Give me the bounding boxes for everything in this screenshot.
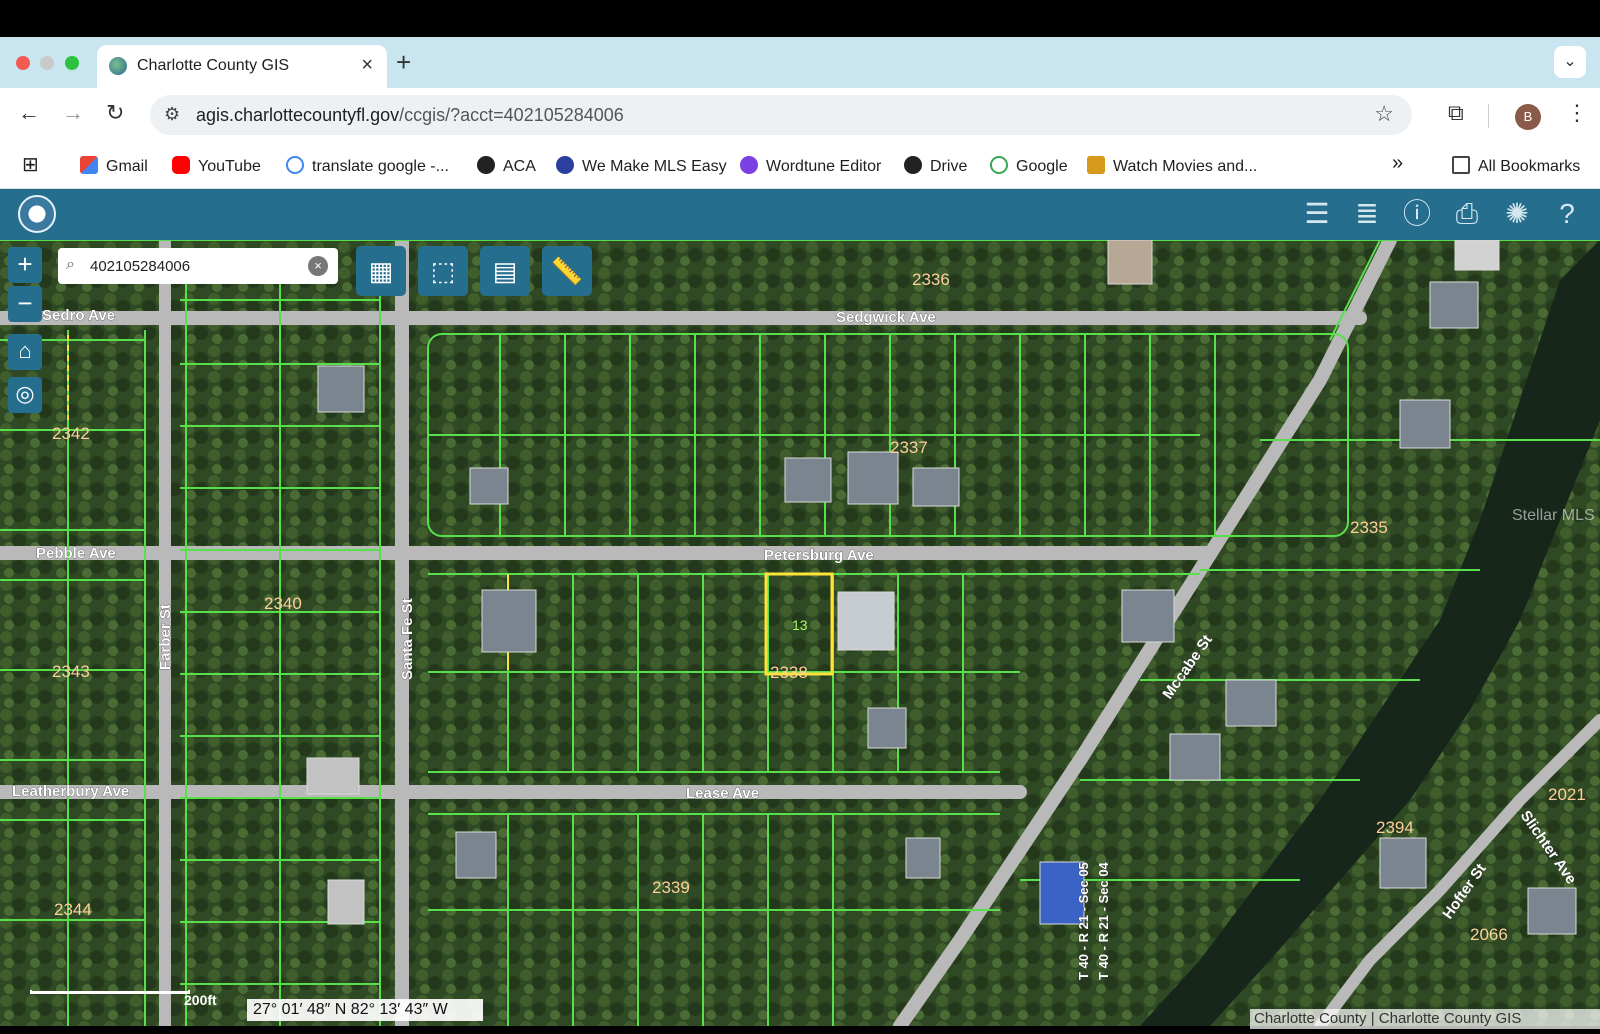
gmail-icon <box>80 156 98 174</box>
info-icon[interactable]: ⓘ <box>1400 197 1434 231</box>
movie-chevron-icon <box>1087 156 1105 174</box>
toolbar-divider <box>1488 104 1489 128</box>
search-icon: ⌕ <box>66 256 75 273</box>
globe-icon <box>904 156 922 174</box>
home-extent-icon[interactable]: ⌂ <box>8 334 42 370</box>
url-text[interactable]: agis.charlottecountyfl.gov/ccgis/?acct=4… <box>196 105 624 126</box>
tab-title: Charlotte County GIS <box>137 57 290 74</box>
parcel-search-input[interactable] <box>90 254 300 278</box>
bookmark-wordtune[interactable]: Wordtune Editor <box>740 156 881 176</box>
map-canvas[interactable] <box>0 240 1600 1026</box>
report-icon[interactable]: ▤ <box>480 246 530 296</box>
gis-app-bar: ☰ ≣ ⓘ ⎙ ✺ ? <box>0 189 1600 240</box>
folder-icon <box>1452 156 1470 174</box>
close-window-icon[interactable] <box>16 56 30 70</box>
system-top-bar <box>0 0 1600 37</box>
scale-bar <box>30 990 190 994</box>
bookmark-star-icon[interactable]: ☆ <box>1374 101 1394 127</box>
browser-menu-icon[interactable]: ⋮ <box>1566 100 1588 126</box>
bookmarks-bar: ⊞ Gmail YouTube translate google -... AC… <box>0 142 1600 189</box>
zoom-out-button[interactable]: − <box>8 286 42 322</box>
browser-tab[interactable]: Charlotte County GIS × <box>97 45 387 88</box>
zoom-in-button[interactable]: + <box>8 247 42 283</box>
mls-gear-icon <box>556 156 574 174</box>
minimize-window-icon[interactable] <box>40 56 54 70</box>
layers-icon[interactable]: ☰ <box>1300 197 1334 231</box>
globe-favicon-icon <box>109 57 127 75</box>
measure-ruler-icon[interactable]: 📏 <box>542 246 592 296</box>
profile-avatar[interactable]: B <box>1515 104 1541 130</box>
apps-grid-icon[interactable]: ⊞ <box>22 152 39 177</box>
bookmark-drive[interactable]: Drive <box>904 156 967 176</box>
globe-icon <box>477 156 495 174</box>
scale-label: 200ft <box>184 992 217 1008</box>
grid-select-icon[interactable]: ▦ <box>356 246 406 296</box>
bookmark-google[interactable]: Google <box>990 156 1068 176</box>
box-select-icon[interactable]: ⬚ <box>418 246 468 296</box>
bookmark-gmail[interactable]: Gmail <box>80 156 148 176</box>
youtube-icon <box>172 156 190 174</box>
bookmark-youtube[interactable]: YouTube <box>172 156 261 176</box>
browser-toolbar: ← → ↻ ⚙ agis.charlottecountyfl.gov/ccgis… <box>0 88 1600 142</box>
mls-watermark: Stellar MLS <box>1512 507 1595 524</box>
tab-search-chevron-icon[interactable]: ⌄ <box>1554 46 1586 78</box>
help-icon[interactable]: ? <box>1550 197 1584 231</box>
forward-arrow-icon[interactable]: → <box>62 100 84 126</box>
bookmark-watch-movies[interactable]: Watch Movies and... <box>1087 156 1257 176</box>
map-view[interactable]: Sedgwick Ave Sedro Ave Petersburg Ave Pe… <box>0 240 1600 1026</box>
wordtune-icon <box>740 156 758 174</box>
bookmark-mls[interactable]: We Make MLS Easy <box>556 156 727 176</box>
new-tab-button[interactable]: + <box>396 47 411 78</box>
coordinates-readout: 27° 01′ 48″ N 82° 13′ 43″ W <box>247 999 483 1021</box>
extensions-puzzle-icon[interactable]: ⧉ <box>1448 100 1464 126</box>
close-tab-icon[interactable]: × <box>361 54 373 77</box>
clear-search-icon[interactable]: × <box>308 256 328 276</box>
locate-me-icon[interactable]: ◎ <box>8 377 42 413</box>
google-g-icon <box>990 156 1008 174</box>
bookmark-aca[interactable]: ACA <box>477 156 536 176</box>
bookmarks-overflow-icon[interactable]: » <box>1392 152 1403 175</box>
address-bar[interactable]: ⚙ agis.charlottecountyfl.gov/ccgis/?acct… <box>150 95 1412 135</box>
back-arrow-icon[interactable]: ← <box>18 100 40 126</box>
reload-icon[interactable]: ↻ <box>106 100 124 126</box>
google-g-icon <box>286 156 304 174</box>
county-seal-logo[interactable] <box>18 195 56 233</box>
print-icon[interactable]: ⎙ <box>1450 197 1484 231</box>
brain-icon[interactable]: ✺ <box>1500 197 1534 231</box>
legend-list-icon[interactable]: ≣ <box>1350 197 1384 231</box>
bookmark-translate[interactable]: translate google -... <box>286 156 449 176</box>
all-bookmarks[interactable]: All Bookmarks <box>1452 156 1580 176</box>
site-info-icon[interactable]: ⚙ <box>164 104 180 125</box>
map-attribution: Charlotte County | Charlotte County GIS <box>1250 1009 1600 1029</box>
maximize-window-icon[interactable] <box>65 56 79 70</box>
parcel-search-box[interactable]: ⌕ × <box>58 248 338 284</box>
